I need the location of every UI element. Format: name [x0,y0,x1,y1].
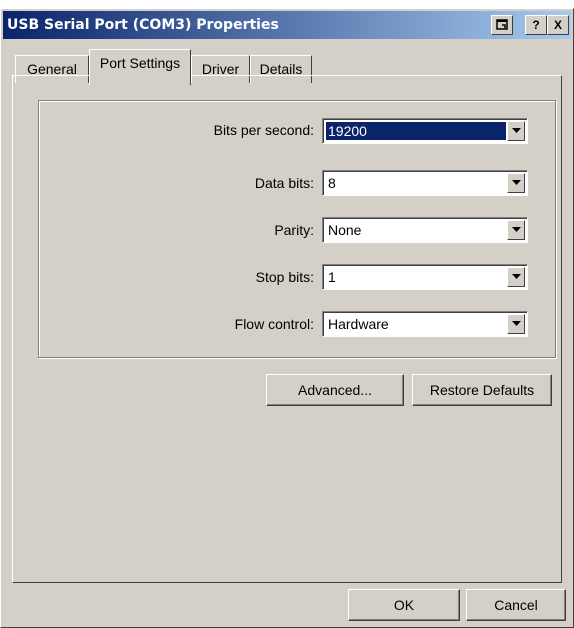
chevron-down-icon [512,227,521,232]
tab-port-settings[interactable]: Port Settings [89,49,191,85]
advanced-button[interactable]: Advanced... [266,374,404,406]
chevron-down-icon [512,321,521,326]
data-bits-dropdown-button[interactable] [507,173,525,193]
bits-per-second-select[interactable]: 19200 [322,118,528,144]
restore-defaults-button[interactable]: Restore Defaults [412,374,552,406]
window-title: USB Serial Port (COM3) Properties [7,17,279,33]
stop-bits-select[interactable]: 1 [322,264,528,290]
data-bits-value: 8 [328,175,336,191]
flow-control-dropdown-button[interactable] [507,314,525,334]
flow-control-label: Flow control: [234,316,314,332]
stop-bits-value: 1 [328,269,336,285]
data-bits-label: Data bits: [254,175,314,191]
cancel-button[interactable]: Cancel [466,589,566,621]
bits-per-second-value: 19200 [326,122,506,140]
restore-window-button[interactable] [491,15,513,35]
background-partial-text [0,0,574,8]
data-bits-select[interactable]: 8 [322,170,528,196]
parity-select[interactable]: None [322,217,528,243]
chevron-down-icon [512,180,521,185]
chevron-down-icon [512,274,521,279]
ok-button[interactable]: OK [348,589,460,621]
title-bar: USB Serial Port (COM3) Properties ? X [3,11,571,39]
window-restore-icon [496,19,508,30]
help-button[interactable]: ? [525,15,547,35]
bits-per-second-label: Bits per second: [213,122,314,138]
chevron-down-icon [512,128,521,133]
stop-bits-label: Stop bits: [255,269,314,285]
parity-dropdown-button[interactable] [507,220,525,240]
parity-value: None [328,222,362,238]
parity-label: Parity: [274,222,314,238]
flow-control-select[interactable]: Hardware [322,311,528,337]
flow-control-value: Hardware [328,316,389,332]
close-button[interactable]: X [547,15,569,35]
stop-bits-dropdown-button[interactable] [507,267,525,287]
bits-per-second-dropdown-button[interactable] [507,121,525,141]
